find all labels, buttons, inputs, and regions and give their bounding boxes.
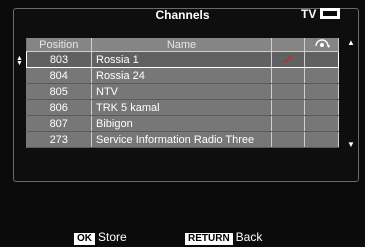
- footer-return-hint[interactable]: RETURN Back: [185, 230, 262, 245]
- channel-name: Service Information Radio Three: [91, 131, 272, 148]
- column-header-position: Position: [26, 38, 92, 52]
- column-header-check: [271, 38, 305, 52]
- channel-name: TRK 5 kamal: [91, 99, 272, 116]
- check-cell[interactable]: [271, 99, 305, 116]
- channel-position: 803: [26, 51, 92, 68]
- footer-ok-hint[interactable]: OK Store: [74, 230, 127, 245]
- table-row[interactable]: 273 Service Information Radio Three: [26, 131, 339, 148]
- channel-name: NTV: [91, 83, 272, 100]
- mode-label: TV: [301, 7, 317, 21]
- signal-cell[interactable]: [304, 51, 339, 68]
- table-row[interactable]: 804 Rossia 24: [26, 67, 339, 84]
- channel-name: Rossia 1: [91, 51, 272, 68]
- ok-label: Store: [98, 230, 127, 244]
- table-row[interactable]: 803 Rossia 1 ✓: [26, 51, 339, 68]
- check-cell[interactable]: [271, 131, 305, 148]
- scroll-down-icon[interactable]: ▼: [347, 140, 355, 149]
- check-cell[interactable]: ✓: [271, 51, 305, 68]
- signal-cell[interactable]: [304, 67, 339, 84]
- channel-position: 807: [26, 115, 92, 132]
- column-header-name: Name: [91, 38, 272, 52]
- checkmark-icon: ✓: [282, 51, 294, 67]
- return-key: RETURN: [185, 233, 233, 245]
- signal-cell[interactable]: [304, 115, 339, 132]
- table-row[interactable]: 807 Bibigon: [26, 115, 339, 132]
- screen: Channels TV ▲ ▼ ▲ ▼ Position Name 803 Ro…: [0, 0, 365, 247]
- scroll-up-icon[interactable]: ▲: [347, 38, 355, 47]
- table-header-row: Position Name: [26, 38, 339, 52]
- signal-cell[interactable]: [304, 83, 339, 100]
- check-cell[interactable]: [271, 67, 305, 84]
- channel-position: 806: [26, 99, 92, 116]
- signal-cell[interactable]: [304, 131, 339, 148]
- channel-position: 804: [26, 67, 92, 84]
- table-row[interactable]: 805 NTV: [26, 83, 339, 100]
- channel-position: 805: [26, 83, 92, 100]
- tv-mode-icon: [320, 8, 340, 19]
- check-cell[interactable]: [271, 115, 305, 132]
- up-down-icon: ▲ ▼: [16, 55, 23, 67]
- return-label: Back: [235, 230, 263, 244]
- channel-name: Rossia 24: [91, 67, 272, 84]
- channel-position: 273: [26, 131, 92, 148]
- check-cell[interactable]: [271, 83, 305, 100]
- channel-name: Bibigon: [91, 115, 272, 132]
- table-row[interactable]: 806 TRK 5 kamal: [26, 99, 339, 116]
- signal-cell[interactable]: [304, 99, 339, 116]
- broadcast-signal-icon: [304, 38, 339, 52]
- ok-key: OK: [74, 233, 95, 245]
- channel-table: Position Name 803 Rossia 1 ✓ 804 Rossia 24 80…: [26, 38, 339, 148]
